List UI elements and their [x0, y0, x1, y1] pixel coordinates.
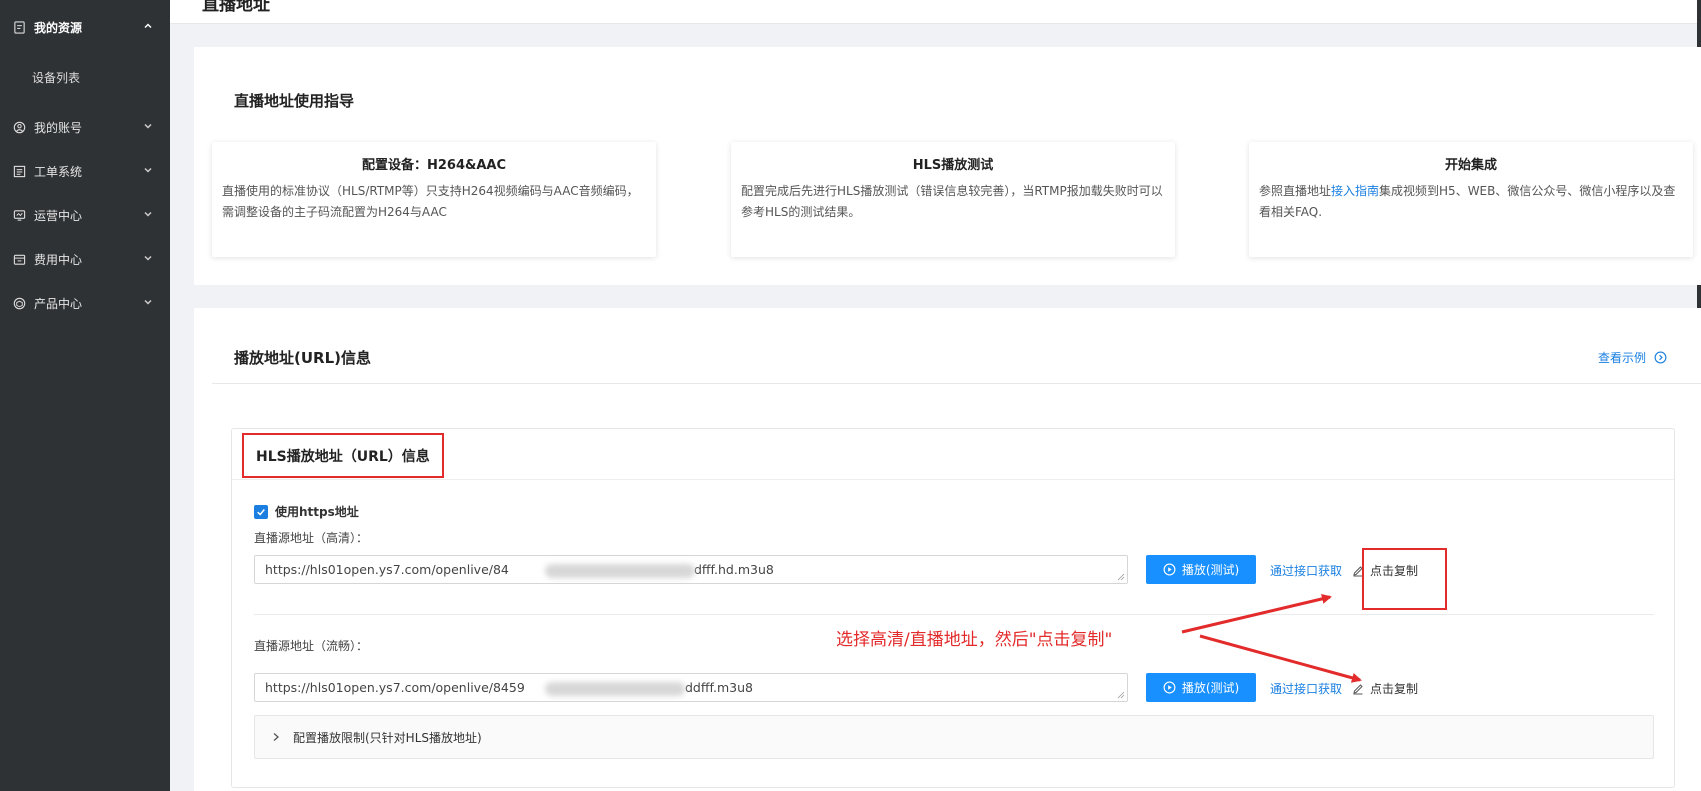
- annotation-highlight-box: [1362, 548, 1447, 610]
- hd-url-suffix: dfff.hd.m3u8: [694, 562, 774, 577]
- usage-guide-card: 直播地址使用指导 配置设备：H264&AAC 直播使用的标准协议（HLS/RTM…: [194, 47, 1701, 285]
- hd-api-get-link[interactable]: 通过接口获取: [1270, 562, 1342, 579]
- sidebar-item-device-list[interactable]: 设备列表: [0, 59, 170, 95]
- edit-pencil-icon: [1353, 683, 1363, 694]
- use-https-checkbox[interactable]: 使用https地址: [254, 503, 359, 520]
- guide-box-start-integration: 开始集成 参照直播地址接入指南集成视频到H5、WEB、微信公众号、微信小程序以及…: [1249, 142, 1693, 257]
- page-title: 直播地址: [202, 0, 270, 15]
- sidebar-item-label: 我的资源: [34, 20, 83, 35]
- hd-url-prefix: https://hls01open.ys7.com/openlive/84: [265, 562, 509, 577]
- guide-box-configure-device: 配置设备：H264&AAC 直播使用的标准协议（HLS/RTMP等）只支持H26…: [212, 142, 656, 257]
- smooth-play-test-button[interactable]: 播放(测试): [1146, 673, 1256, 702]
- divider: [254, 614, 1654, 615]
- checkbox-checked-icon: [254, 504, 268, 519]
- guide-title: 直播地址使用指导: [234, 92, 355, 110]
- chevron-down-icon: [144, 211, 152, 217]
- url-info-title: 播放地址(URL)信息: [234, 349, 372, 367]
- user-circle-icon: [12, 120, 26, 134]
- guide-box-desc: 直播使用的标准协议（HLS/RTMP等）只支持H264视频编码与AAC音频编码，…: [222, 184, 639, 219]
- chevron-down-icon: [144, 123, 152, 129]
- annotation-text: 选择高清/直播地址，然后"点击复制": [836, 630, 1113, 650]
- hd-play-test-button[interactable]: 播放(测试): [1146, 555, 1256, 584]
- play-button-label: 播放(测试): [1181, 563, 1240, 577]
- list-icon: [12, 164, 26, 178]
- play-circle-icon: [1163, 681, 1176, 694]
- sidebar: 我的资源 设备列表 我的账号 工单系统 运营中心 费用中心 产品中心: [0, 0, 170, 791]
- smooth-copy-link[interactable]: 点击复制: [1352, 680, 1418, 697]
- view-example-link[interactable]: 查看示例: [1598, 349, 1667, 366]
- smooth-url-suffix: ddfff.m3u8: [685, 680, 753, 695]
- page-header: 直播地址: [170, 0, 1701, 24]
- divider: [212, 383, 1701, 384]
- sidebar-item-product-center[interactable]: 产品中心: [0, 285, 170, 321]
- chevron-up-icon: [144, 23, 152, 29]
- chevron-right-icon: [273, 733, 279, 741]
- sidebar-item-label: 工单系统: [34, 164, 83, 179]
- chevron-down-icon: [144, 167, 152, 173]
- playback-restriction-collapse[interactable]: 配置播放限制(只针对HLS播放地址): [254, 715, 1654, 759]
- hd-url-field[interactable]: https://hls01open.ys7.com/openlive/84 df…: [254, 555, 1128, 584]
- use-https-label: 使用https地址: [275, 505, 359, 519]
- sidebar-item-label: 运营中心: [34, 208, 83, 223]
- url-info-card: 播放地址(URL)信息 查看示例 HLS播放地址（URL）信息 使用https地…: [194, 308, 1701, 791]
- hls-url-panel: HLS播放地址（URL）信息 使用https地址 直播源地址（高清）： http…: [231, 428, 1675, 788]
- smooth-api-get-link[interactable]: 通过接口获取: [1270, 680, 1342, 697]
- guide-desc-text: 参照直播地址: [1259, 184, 1332, 198]
- hls-panel-header: HLS播放地址（URL）信息: [232, 429, 1674, 480]
- sidebar-item-my-account[interactable]: 我的账号: [0, 109, 170, 145]
- hls-panel-title: HLS播放地址（URL）信息: [242, 433, 444, 478]
- chevron-down-icon: [144, 299, 152, 305]
- guide-box-hls-test: HLS播放测试 配置完成后先进行HLS播放测试（错误信息较完善），当RTMP报加…: [731, 142, 1175, 257]
- sidebar-item-label: 我的账号: [34, 120, 83, 135]
- resize-handle-icon[interactable]: [1117, 691, 1125, 699]
- redacted-blur: [545, 682, 685, 696]
- sidebar-item-operations-center[interactable]: 运营中心: [0, 197, 170, 233]
- play-button-label: 播放(测试): [1181, 681, 1240, 695]
- document-icon: [12, 20, 26, 34]
- resize-handle-icon[interactable]: [1117, 573, 1125, 581]
- guide-box-title: 配置设备：H264&AAC: [361, 158, 507, 173]
- monitor-icon: [12, 208, 26, 222]
- wallet-icon: [12, 252, 26, 266]
- sidebar-item-label: 费用中心: [34, 252, 83, 267]
- smooth-url-field[interactable]: https://hls01open.ys7.com/openlive/8459 …: [254, 673, 1128, 702]
- smooth-url-label: 直播源地址（流畅）：: [254, 639, 369, 653]
- chevron-down-icon: [144, 255, 152, 261]
- cube-icon: [12, 296, 26, 310]
- collapse-label: 配置播放限制(只针对HLS播放地址): [293, 730, 482, 745]
- view-example-label: 查看示例: [1598, 351, 1647, 365]
- sidebar-item-my-resources[interactable]: 我的资源: [0, 9, 170, 45]
- sidebar-item-ticket-system[interactable]: 工单系统: [0, 153, 170, 189]
- guide-box-desc: 参照直播地址接入指南集成视频到H5、WEB、微信公众号、微信小程序以及查看相关F…: [1249, 173, 1693, 223]
- guide-box-title: 开始集成: [1444, 158, 1497, 173]
- copy-label: 点击复制: [1370, 682, 1419, 696]
- redacted-blur: [545, 564, 695, 578]
- guide-box-desc: 配置完成后先进行HLS播放测试（错误信息较完善），当RTMP报加载失败时可以参考…: [741, 184, 1163, 219]
- smooth-url-prefix: https://hls01open.ys7.com/openlive/8459: [265, 680, 525, 695]
- access-guide-link[interactable]: 接入指南: [1331, 184, 1379, 198]
- hd-url-label: 直播源地址（高清）：: [254, 531, 369, 545]
- sidebar-item-label: 产品中心: [34, 296, 83, 311]
- guide-box-title: HLS播放测试: [912, 158, 994, 173]
- play-circle-icon: [1163, 563, 1176, 576]
- sidebar-item-billing-center[interactable]: 费用中心: [0, 241, 170, 277]
- arrow-right-circle-icon: [1654, 351, 1667, 364]
